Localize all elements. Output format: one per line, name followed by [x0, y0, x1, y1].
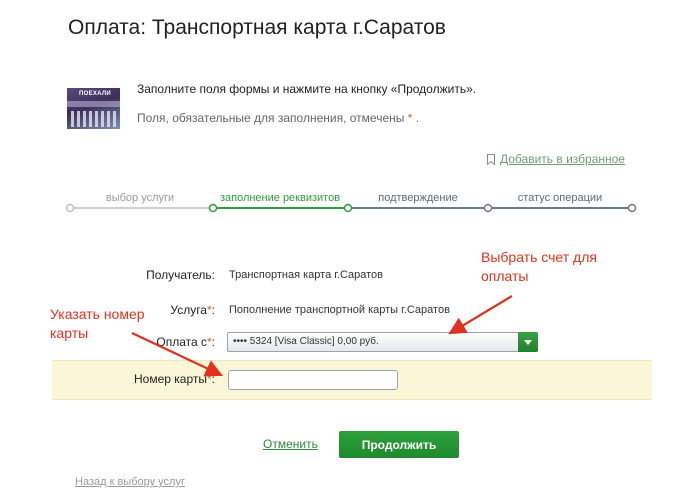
step-dot-5 [627, 203, 637, 213]
card-number-label-colon: : [211, 372, 215, 386]
transport-card-image: ПОЕХАЛИ [67, 88, 120, 129]
annotation-choose-account-line-2: оплаты [481, 268, 529, 284]
chevron-down-icon [524, 340, 532, 345]
dropdown-button[interactable] [518, 332, 538, 352]
pay-from-label-text: Оплата с [156, 335, 207, 349]
annotation-choose-account-line-1: Выбрать счет для [481, 249, 597, 265]
add-to-favorites-link[interactable]: Добавить в избранное [487, 152, 625, 166]
required-fields-note: Поля, обязательные для заполнения, отмеч… [137, 111, 419, 125]
continue-button[interactable]: Продолжить [339, 431, 459, 458]
annotation-enter-card: Указать номер карты [50, 305, 145, 343]
pay-from-select[interactable]: •••• 5324 [Visa Classic] 0,00 руб. [227, 332, 538, 352]
step-dot-4 [483, 203, 493, 213]
annotation-enter-card-line-2: карты [50, 325, 89, 341]
pay-from-label: Оплата с*: [156, 335, 215, 349]
required-star: * [407, 111, 413, 125]
service-label: Услуга*: [170, 303, 215, 317]
annotation-choose-account: Выбрать счет для оплаты [481, 248, 597, 286]
annotation-enter-card-line-1: Указать номер [50, 306, 145, 322]
required-note-text: Поля, обязательные для заполнения, отмеч… [137, 111, 405, 125]
card-number-input[interactable] [228, 370, 398, 390]
service-label-text: Услуга [170, 303, 207, 317]
recipient-label: Получатель: [146, 268, 215, 282]
cancel-link[interactable]: Отменить [263, 437, 318, 451]
card-image-label: ПОЕХАЛИ [79, 91, 112, 97]
required-note-end: . [415, 111, 420, 125]
pay-from-selected-value: •••• 5324 [Visa Classic] 0,00 руб. [233, 336, 379, 347]
step-dot-2 [208, 203, 218, 213]
step-dot-1 [65, 203, 75, 213]
service-value: Пополнение транспортной карты г.Саратов [229, 304, 450, 316]
back-to-services-link[interactable]: Назад к выбору услуг [75, 476, 185, 488]
card-number-label: Номер карты*: [134, 372, 215, 386]
bookmark-icon [487, 153, 495, 165]
card-number-label-text: Номер карты [133, 372, 207, 386]
page-title: Оплата: Транспортная карта г.Саратов [68, 16, 446, 39]
step-dot-3 [343, 203, 353, 213]
progress-steps [65, 203, 637, 213]
arrow-to-pay-from [448, 295, 513, 335]
recipient-value: Транспортная карта г.Саратов [229, 269, 384, 281]
form-instruction: Заполните поля формы и нажмите на кнопку… [137, 82, 477, 96]
pay-from-label-colon: : [211, 335, 215, 349]
service-label-colon: : [211, 303, 215, 317]
annotation-arrows [131, 295, 513, 377]
add-to-favorites-label: Добавить в избранное [500, 152, 625, 166]
